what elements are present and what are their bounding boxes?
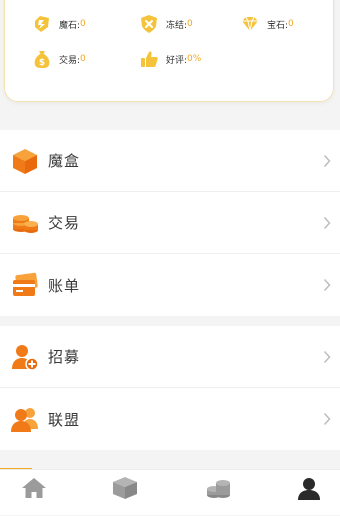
stat-value: 0 (187, 19, 193, 29)
magic-stone-icon (35, 16, 49, 32)
chevron-right-icon (323, 350, 331, 364)
stat-value: 0% (187, 54, 202, 64)
menu-item-label: 联盟 (48, 410, 81, 429)
stat-label: 冻结: (166, 20, 188, 31)
money-bag-icon: $ (34, 51, 50, 68)
stat-value: 0 (80, 54, 86, 64)
stat-label: 魔石: (59, 20, 81, 31)
stat-value: 0 (288, 19, 294, 29)
user-icon (298, 478, 320, 500)
account-stats-card: 魔石: 0 冻结: 0 宝石: 0 $ 交易: 0 好评: 0% (4, 0, 334, 102)
stat-label: 交易: (59, 55, 81, 66)
stat-gem[interactable]: 宝石: 0 (240, 14, 294, 34)
menu-item-bill[interactable]: 账单 (0, 254, 340, 316)
menu-item-label: 交易 (48, 214, 81, 232)
alliance-users-icon (11, 408, 38, 432)
chevron-right-icon (323, 278, 331, 292)
menu-item-alliance[interactable]: 联盟 (0, 388, 340, 450)
stat-magic-stone[interactable]: 魔石: 0 (32, 14, 86, 34)
tab-home[interactable] (19, 476, 49, 516)
stat-frozen[interactable]: 冻结: 0 (139, 14, 193, 34)
chevron-right-icon (323, 412, 331, 426)
menu-group-social: 招募 联盟 (0, 326, 340, 450)
chevron-right-icon (323, 216, 331, 230)
stat-value: 0 (80, 19, 86, 29)
tab-profile[interactable] (294, 476, 324, 516)
chevron-right-icon (323, 154, 331, 168)
menu-item-recruit[interactable]: 招募 (0, 326, 340, 388)
svg-text:$: $ (39, 58, 45, 68)
recruit-user-icon (12, 345, 39, 371)
stat-label: 宝石: (267, 20, 289, 31)
home-icon (22, 478, 46, 498)
menu-item-trade[interactable]: 交易 (0, 192, 340, 254)
gem-icon (242, 16, 258, 32)
tab-coins[interactable] (203, 476, 233, 516)
coins-stack-icon (13, 215, 38, 233)
bottom-tab-bar (0, 469, 340, 515)
thumbs-up-icon (141, 51, 158, 67)
box-icon (113, 477, 137, 499)
magic-box-icon (13, 149, 37, 174)
menu-group-primary: 魔盒 交易 账单 (0, 130, 340, 316)
menu-item-label: 账单 (48, 276, 81, 295)
bill-card-icon (13, 272, 38, 296)
menu-item-magic-box[interactable]: 魔盒 (0, 130, 340, 192)
stat-trades[interactable]: $ 交易: 0 (32, 49, 86, 69)
tab-box[interactable] (110, 476, 140, 516)
stat-rating[interactable]: 好评: 0% (139, 49, 201, 69)
coins-icon (207, 480, 230, 498)
menu-item-label: 魔盒 (48, 152, 81, 170)
stat-label: 好评: (166, 55, 188, 66)
frozen-shield-icon (141, 15, 157, 33)
menu-item-label: 招募 (48, 348, 81, 366)
